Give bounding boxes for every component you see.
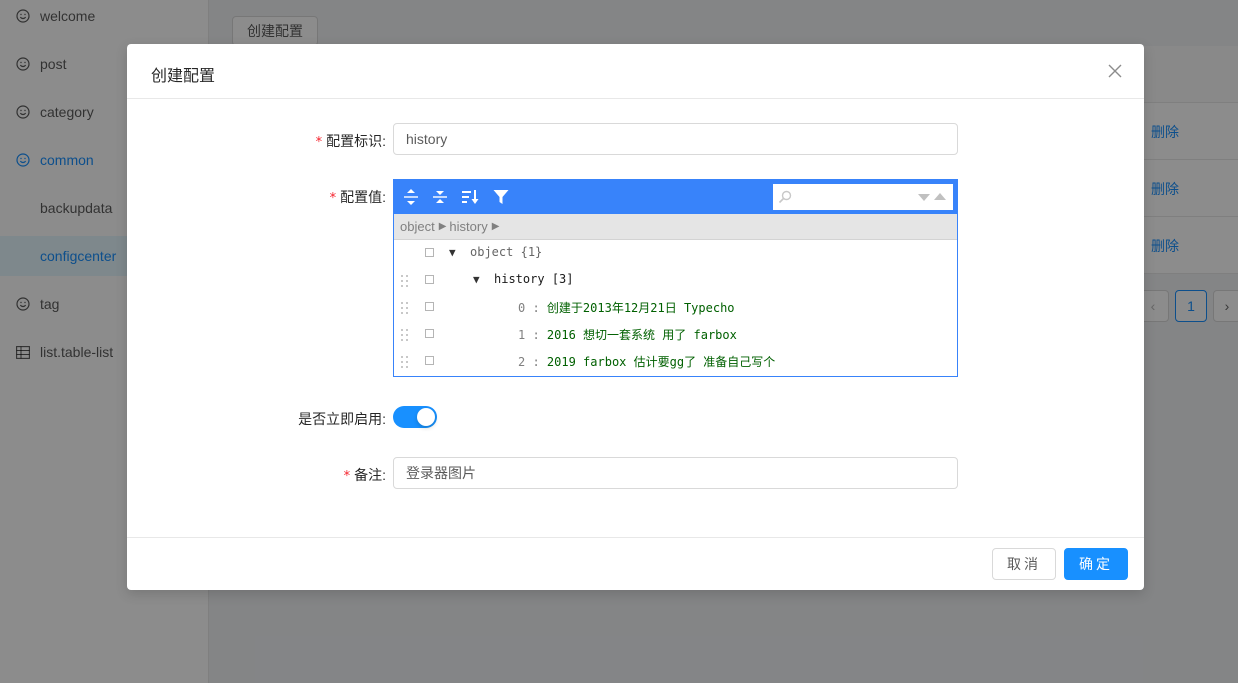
required-mark: * [329,191,337,206]
drag-handle-icon[interactable] [400,356,410,368]
remark-input[interactable]: 登录器图片 [393,457,958,489]
enable-switch[interactable] [393,406,437,428]
enable-label: 是否立即启用: [298,411,386,427]
create-config-modal: 创建配置 * 配置标识: history * 配置值: object ▶ his… [127,44,1144,590]
remark-label: * 备注: [343,467,386,484]
breadcrumb-item[interactable]: object [400,219,435,234]
collapse-all-button[interactable] [429,186,451,208]
filter-button[interactable] [490,186,512,208]
expand-all-icon [404,189,418,205]
drag-handle-icon[interactable] [400,275,410,287]
cancel-button[interactable]: 取消 [992,548,1056,580]
row-select-checkbox[interactable] [425,275,434,284]
config-key-label: * 配置标识: [315,133,386,150]
tree-item-entry[interactable]: 2 : 2019 farbox 估计要gg了 准备自己写个 [518,353,775,370]
json-editor[interactable]: object ▶ history ▶ ▼ object {1} ▼ histor… [393,179,958,377]
tree-row-item: 1 : 2016 想切一套系统 用了 farbox [394,321,957,348]
drag-handle-icon[interactable] [400,329,410,341]
ok-button[interactable]: 确定 [1064,548,1128,580]
tree-row-history: ▼ history [3] [394,267,957,294]
tree-row-root: ▼ object {1} [394,240,957,267]
row-select-checkbox[interactable] [425,356,434,365]
modal-header: 创建配置 [127,44,1144,99]
expand-all-button[interactable] [400,186,422,208]
tree-item-entry[interactable]: 1 : 2016 想切一套系统 用了 farbox [518,326,737,343]
tree-row-item: 2 : 2019 farbox 估计要gg了 准备自己写个 [394,348,957,375]
json-search-box[interactable] [773,184,953,210]
close-icon [1108,64,1122,78]
modal-title: 创建配置 [151,68,216,85]
config-key-input[interactable]: history [393,123,958,155]
json-editor-menu [394,180,957,214]
row-select-checkbox[interactable] [425,329,434,338]
close-button[interactable] [1104,60,1126,82]
required-mark: * [343,469,351,484]
row-select-checkbox[interactable] [425,302,434,311]
expand-icon[interactable]: ▼ [473,273,480,286]
json-breadcrumb: object ▶ history ▶ [394,214,957,240]
modal-footer: 取消 确定 [127,537,1144,590]
caret-right-icon: ▶ [438,221,447,232]
breadcrumb-item[interactable]: history [449,219,487,234]
switch-knob [417,408,435,426]
row-select-checkbox[interactable] [425,248,434,257]
filter-icon [493,190,509,204]
tree-node-label: history [3] [494,272,574,286]
caret-right-icon: ▶ [491,221,500,232]
search-prev-icon[interactable] [933,192,947,201]
config-value-label: * 配置值: [329,189,386,206]
tree-item-entry[interactable]: 0 : 创建于2013年12月21日 Typecho [518,299,735,316]
sort-button[interactable] [459,186,481,208]
search-next-icon[interactable] [917,193,931,202]
search-icon [778,190,792,204]
sort-icon [462,190,479,204]
collapse-all-icon [433,191,447,203]
expand-icon[interactable]: ▼ [449,246,456,259]
tree-row-item: 0 : 创建于2013年12月21日 Typecho [394,294,957,321]
json-tree: ▼ object {1} ▼ history [3] 0 : 创建于2013年1… [394,240,957,376]
required-mark: * [315,135,323,150]
drag-handle-icon[interactable] [400,302,410,314]
tree-node-label: object {1} [470,245,543,259]
